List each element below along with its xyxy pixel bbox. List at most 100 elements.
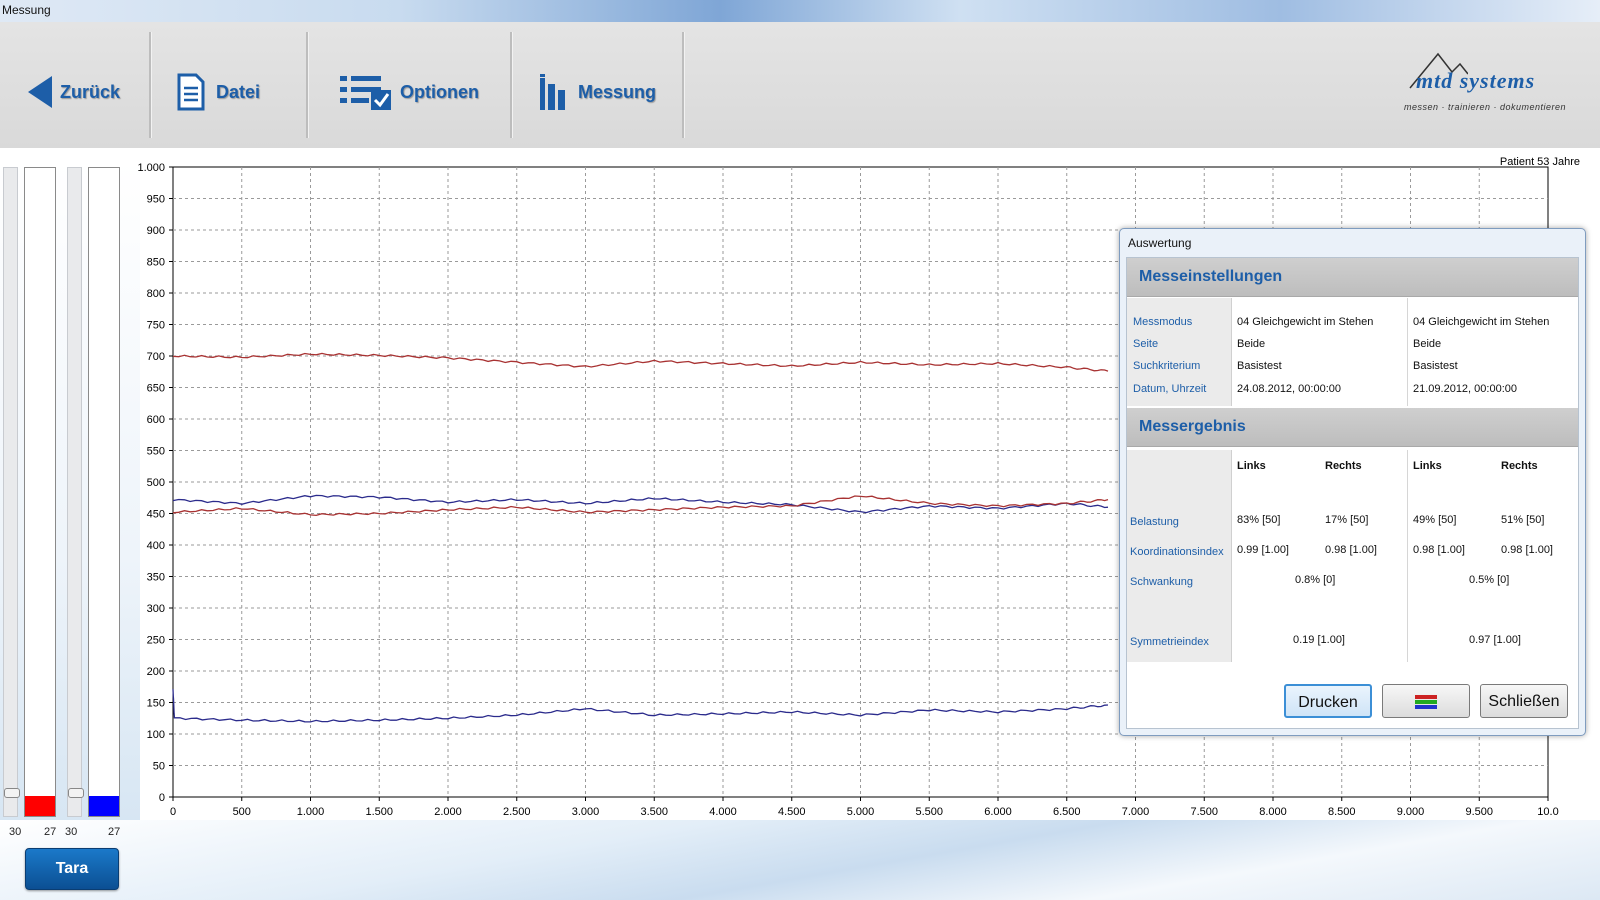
- left-slider-value: 30: [9, 826, 22, 838]
- left-slider[interactable]: [3, 167, 20, 817]
- mtd-systems-logo: mtd systems messen · trainieren · dokume…: [1398, 50, 1578, 120]
- tara-button[interactable]: Tara: [25, 848, 119, 890]
- color-stripes-icon: [1415, 694, 1437, 709]
- result-header: Links: [1237, 460, 1266, 472]
- y-tick-label: 700: [147, 351, 165, 363]
- settings-grid: Messmodus Seite Suchkriterium Datum, Uhr…: [1127, 298, 1578, 406]
- options-label: Optionen: [400, 81, 479, 102]
- left-load-bar-fill: [25, 796, 55, 816]
- y-tick-label: 850: [147, 257, 165, 269]
- y-tick-label: 900: [147, 225, 165, 237]
- checklist-icon: [340, 76, 391, 110]
- right-slider-value: 30: [65, 826, 78, 838]
- result-label: Belastung: [1130, 516, 1179, 528]
- y-tick-label: 300: [147, 603, 165, 615]
- y-tick-label: 1.000: [137, 162, 165, 174]
- x-tick-label: 4.000: [709, 806, 737, 818]
- y-tick-label: 650: [147, 383, 165, 395]
- color-button[interactable]: [1382, 684, 1470, 718]
- x-tick-label: 5.000: [847, 806, 875, 818]
- result-label: Symmetrieindex: [1130, 636, 1209, 648]
- result-header: Rechts: [1325, 460, 1362, 472]
- settings-value: Basistest: [1237, 360, 1282, 372]
- dialog-content: Messeinstellungen Messmodus Seite Suchkr…: [1126, 257, 1579, 729]
- result-value: 0.99 [1.00]: [1237, 544, 1289, 556]
- logo-brand: mtd systems: [1416, 68, 1536, 93]
- x-tick-label: 3.500: [640, 806, 668, 818]
- y-tick-label: 250: [147, 635, 165, 647]
- y-tick-label: 50: [153, 761, 165, 773]
- settings-value: 04 Gleichgewicht im Stehen: [1413, 316, 1550, 328]
- y-tick-label: 150: [147, 698, 165, 710]
- toolbar-divider: [149, 32, 152, 138]
- result-value: 0.98 [1.00]: [1413, 544, 1465, 556]
- x-tick-label: 1.000: [297, 806, 325, 818]
- right-slider-thumb[interactable]: [68, 788, 84, 798]
- right-load-bar-fill: [89, 796, 119, 816]
- measure-button[interactable]: Messung: [538, 67, 656, 117]
- window-title-bar: Messung: [0, 0, 1600, 23]
- settings-section-header: Messeinstellungen: [1127, 258, 1578, 297]
- y-tick-label: 400: [147, 540, 165, 552]
- result-value: 0.97 [1.00]: [1469, 634, 1521, 646]
- result-label: Koordinationsindex: [1130, 546, 1224, 558]
- back-arrow-icon: [28, 76, 52, 108]
- x-tick-label: 2.500: [503, 806, 531, 818]
- right-slider[interactable]: [67, 167, 84, 817]
- result-value: 51% [50]: [1501, 514, 1545, 526]
- left-slider-thumb[interactable]: [4, 788, 20, 798]
- x-tick-label: 8.500: [1328, 806, 1356, 818]
- settings-value: Beide: [1413, 338, 1442, 350]
- result-label: Schwankung: [1130, 576, 1193, 588]
- file-button[interactable]: Datei: [176, 67, 260, 117]
- settings-value: 21.09.2012, 00:00:00: [1413, 383, 1517, 395]
- x-tick-label: 4.500: [778, 806, 806, 818]
- y-tick-label: 350: [147, 572, 165, 584]
- y-tick-label: 750: [147, 320, 165, 332]
- settings-label: Messmodus: [1133, 316, 1193, 328]
- toolbar-divider: [682, 32, 685, 138]
- logo-tagline: messen · trainieren · dokumentieren: [1404, 102, 1567, 112]
- column-divider: [1407, 450, 1408, 662]
- result-grid: Links Rechts Links Rechts Belastung Koor…: [1127, 450, 1578, 662]
- x-tick-label: 10.0: [1537, 806, 1558, 818]
- right-load-bar: [88, 167, 120, 817]
- measure-label: Messung: [578, 81, 657, 102]
- left-load-bar: [24, 167, 56, 817]
- document-icon: [177, 73, 205, 111]
- window-title: Messung: [2, 3, 51, 17]
- x-tick-label: 5.500: [915, 806, 943, 818]
- result-header: Links: [1413, 460, 1442, 472]
- bar-chart-icon: [540, 74, 565, 110]
- result-value: 49% [50]: [1413, 514, 1457, 526]
- y-tick-label: 950: [147, 194, 165, 206]
- x-tick-label: 8.000: [1259, 806, 1287, 818]
- result-header: Rechts: [1501, 460, 1538, 472]
- y-tick-label: 550: [147, 446, 165, 458]
- dialog-title: Auswertung: [1128, 236, 1192, 250]
- result-value: 0.98 [1.00]: [1501, 544, 1553, 556]
- settings-value: Beide: [1237, 338, 1266, 350]
- close-button[interactable]: Schließen: [1480, 684, 1568, 718]
- right-bar-value: 27: [108, 826, 121, 838]
- y-tick-label: 450: [147, 509, 165, 521]
- toolbar: Zurück Datei Optionen Messung mtd system…: [0, 22, 1600, 148]
- back-button[interactable]: Zurück: [26, 67, 120, 117]
- y-tick-label: 600: [147, 414, 165, 426]
- y-tick-label: 200: [147, 666, 165, 678]
- result-section-header: Messergebnis: [1127, 408, 1578, 447]
- x-tick-label: 0: [170, 806, 176, 818]
- x-tick-label: 3.000: [572, 806, 600, 818]
- evaluation-dialog: Auswertung Messeinstellungen Messmodus S…: [1119, 228, 1586, 736]
- print-button[interactable]: Drucken: [1284, 684, 1372, 718]
- settings-heading: Messeinstellungen: [1139, 268, 1283, 285]
- toolbar-divider: [306, 32, 309, 138]
- options-button[interactable]: Optionen: [338, 67, 479, 117]
- x-tick-label: 7.000: [1122, 806, 1150, 818]
- result-value: 0.5% [0]: [1469, 574, 1510, 586]
- y-tick-label: 500: [147, 477, 165, 489]
- result-value: 0.98 [1.00]: [1325, 544, 1377, 556]
- x-tick-label: 500: [233, 806, 251, 818]
- result-value: 83% [50]: [1237, 514, 1281, 526]
- result-value: 0.19 [1.00]: [1293, 634, 1345, 646]
